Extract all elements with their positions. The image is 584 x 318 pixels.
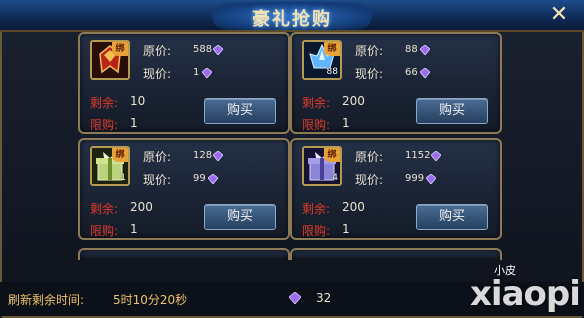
purple-gem-icon <box>420 68 430 78</box>
remaining-label: 剩余: <box>302 96 331 110</box>
shop-item-card: 绑 1 原价: 128 现价: 99 剩余: 200 限购: 1 购买 <box>78 138 290 240</box>
current-price-label: 现价: <box>355 67 384 81</box>
item-slot[interactable]: 绑 4 <box>302 146 342 186</box>
original-price-label: 原价: <box>143 150 172 164</box>
purple-gem-icon <box>208 174 218 184</box>
refresh-countdown: 5时10分20秒 <box>113 293 188 307</box>
current-price-label: 现价: <box>143 173 172 187</box>
original-price-value: 128 <box>193 150 213 161</box>
watermark-logo: xiaopi <box>470 274 581 314</box>
close-button[interactable]: ✕ <box>546 3 572 27</box>
buy-button[interactable]: 购买 <box>416 98 488 124</box>
item-quantity: 4 <box>332 173 338 183</box>
item-quantity: 1 <box>120 173 126 183</box>
purple-gem-icon <box>213 151 223 161</box>
original-price-value: 1152 <box>405 150 431 161</box>
item-slot[interactable]: 绑 1 <box>90 146 130 186</box>
original-price-label: 原价: <box>355 44 384 58</box>
original-price-label: 原价: <box>355 150 384 164</box>
current-price-value: 66 <box>405 67 418 78</box>
shop-item-card: 绑 88 原价: 88 现价: 66 剩余: 200 限购: 1 购买 <box>290 32 502 134</box>
window-title: 豪礼抢购 <box>252 9 332 30</box>
original-price-value: 88 <box>405 44 418 55</box>
buy-button[interactable]: 购买 <box>204 98 276 124</box>
bind-badge: 绑 <box>324 148 340 162</box>
current-price-value: 99 <box>193 173 206 184</box>
shop-item-card-partial <box>290 248 502 260</box>
item-slot[interactable]: 绑 88 <box>302 40 342 80</box>
purple-gem-icon <box>202 68 212 78</box>
remaining-label: 剩余: <box>90 96 119 110</box>
limit-value: 1 <box>130 222 138 236</box>
current-price-label: 现价: <box>143 67 172 81</box>
bind-badge: 绑 <box>112 42 128 56</box>
limit-label: 限购: <box>90 118 119 132</box>
remaining-label: 剩余: <box>90 202 119 216</box>
buy-button[interactable]: 购买 <box>416 204 488 230</box>
current-price-value: 1 <box>193 67 200 78</box>
buy-button[interactable]: 购买 <box>204 204 276 230</box>
purple-gem-icon <box>420 45 430 55</box>
shop-item-card-partial <box>78 248 290 260</box>
limit-value: 1 <box>342 116 350 130</box>
remaining-value: 10 <box>130 94 146 108</box>
purple-gem-icon <box>426 174 436 184</box>
item-quantity: 88 <box>326 67 338 77</box>
purple-gem-icon <box>431 151 441 161</box>
original-price-label: 原价: <box>143 44 172 58</box>
remaining-value: 200 <box>130 200 153 214</box>
shop-item-card: 绑 4 原价: 1152 现价: 999 剩余: 200 限购: 1 购买 <box>290 138 502 240</box>
shop-item-card: 绑 原价: 588 现价: 1 剩余: 10 限购: 1 购买 <box>78 32 290 134</box>
purple-gem-icon <box>213 45 223 55</box>
bind-badge: 绑 <box>324 42 340 56</box>
limit-label: 限购: <box>90 224 119 238</box>
limit-label: 限购: <box>302 224 331 238</box>
limit-value: 1 <box>130 116 138 130</box>
current-price-label: 现价: <box>355 173 384 187</box>
bind-badge: 绑 <box>112 148 128 162</box>
remaining-label: 剩余: <box>302 202 331 216</box>
remaining-value: 200 <box>342 200 365 214</box>
purple-gem-icon <box>289 292 301 304</box>
current-price-value: 999 <box>405 173 425 184</box>
gem-balance: 32 <box>316 291 332 305</box>
limit-label: 限购: <box>302 118 331 132</box>
original-price-value: 588 <box>193 44 213 55</box>
refresh-label: 刷新剩余时间: <box>8 293 85 307</box>
remaining-value: 200 <box>342 94 365 108</box>
item-slot[interactable]: 绑 <box>90 40 130 80</box>
limit-value: 1 <box>342 222 350 236</box>
